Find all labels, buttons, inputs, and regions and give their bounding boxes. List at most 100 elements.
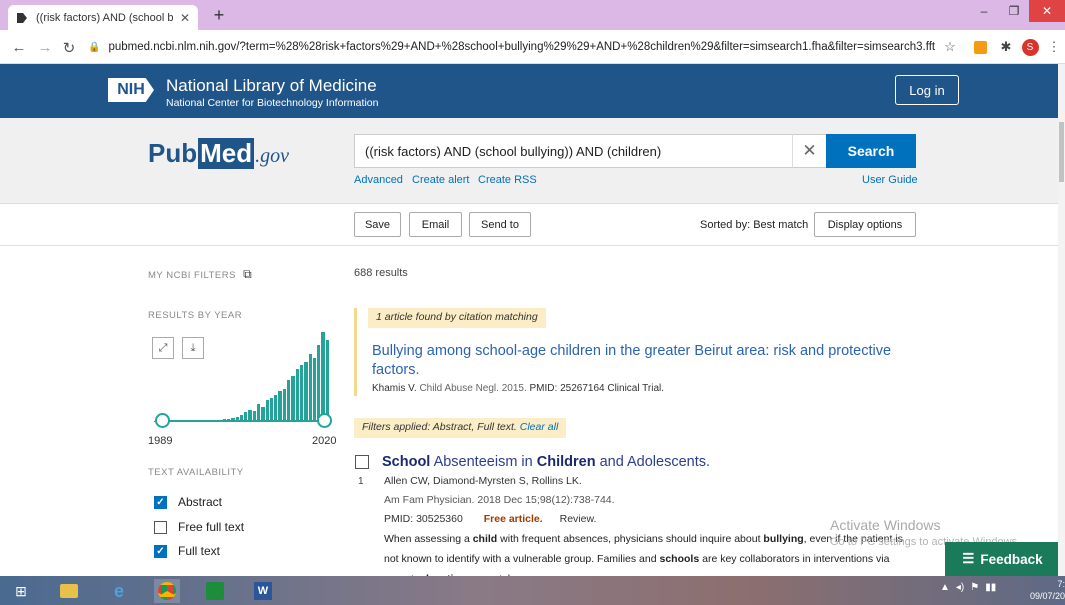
citation-journal: Child Abuse Negl. 2015.: [419, 383, 527, 394]
year-bar[interactable]: [299, 364, 304, 422]
create-rss-link[interactable]: Create RSS: [478, 174, 537, 186]
my-ncbi-filters-heading[interactable]: MY NCBI FILTERS ⧉: [148, 267, 252, 282]
result-authors: Allen CW, Diamond-Myrsten S, Rollins LK.: [384, 475, 582, 487]
year-end-handle[interactable]: [317, 413, 332, 428]
forward-arrow-icon[interactable]: →: [36, 39, 54, 56]
title-text-a: Absenteeism in: [430, 454, 537, 470]
result-journal: Am Fam Physician. 2018 Dec 15;98(12):738…: [384, 494, 615, 506]
clear-all-filters-link[interactable]: Clear all: [520, 421, 559, 433]
start-windows-icon[interactable]: ⊞: [8, 579, 34, 603]
store-icon[interactable]: [202, 579, 228, 603]
system-tray: ▲ ◂) ⚑ ▮▮: [940, 582, 996, 593]
feedback-button[interactable]: ☰ Feedback: [945, 542, 1060, 576]
citation-author: Khamis V.: [372, 383, 417, 394]
email-button[interactable]: Email: [409, 212, 462, 237]
network-icon[interactable]: ▮▮: [985, 582, 996, 593]
year-bar[interactable]: [269, 397, 274, 422]
abstract-filter-label[interactable]: Abstract: [178, 495, 222, 509]
full-text-filter-label[interactable]: Full text: [178, 544, 220, 558]
send-to-button[interactable]: Send to: [469, 212, 531, 237]
snippet-term: schools: [659, 553, 700, 565]
result-title-link[interactable]: School Absenteeism in Children and Adole…: [382, 454, 710, 470]
feedback-icon: ☰: [962, 551, 975, 566]
activate-windows-watermark: Activate Windows: [830, 517, 941, 533]
year-bar[interactable]: [278, 391, 282, 422]
clear-search-icon[interactable]: ✕: [792, 134, 826, 168]
results-by-year-chart: [148, 330, 329, 422]
year-bar[interactable]: [321, 332, 325, 422]
tab-title: ((risk factors) AND (school bullyi…: [36, 11, 174, 24]
feedback-label: Feedback: [980, 551, 1043, 567]
year-range-track: [156, 420, 324, 422]
year-bar[interactable]: [312, 358, 317, 422]
volume-icon[interactable]: ◂): [956, 582, 964, 593]
text-availability-heading: TEXT AVAILABILITY: [148, 467, 244, 478]
citation-title-link[interactable]: Bullying among school-age children in th…: [372, 342, 892, 380]
window-controls: ‒ ❐ ✕: [969, 0, 1065, 24]
close-window-icon[interactable]: ✕: [1029, 0, 1065, 22]
year-start-label: 1989: [148, 435, 173, 447]
file-explorer-icon[interactable]: [56, 579, 82, 603]
year-bar[interactable]: [304, 361, 308, 422]
year-start-handle[interactable]: [155, 413, 170, 428]
save-button[interactable]: Save: [354, 212, 401, 237]
year-bar[interactable]: [274, 394, 278, 422]
bookmark-star-icon[interactable]: ☆: [940, 37, 960, 57]
internet-explorer-icon[interactable]: e: [106, 579, 132, 603]
back-arrow-icon[interactable]: ←: [10, 39, 28, 56]
taskbar-clock[interactable]: 7:22 09/07/2020: [1030, 578, 1065, 602]
nih-logo[interactable]: NIH: [108, 78, 154, 102]
year-bar[interactable]: [317, 345, 321, 422]
year-bar[interactable]: [265, 400, 269, 422]
close-tab-icon[interactable]: ✕: [180, 11, 190, 25]
free-article-label: Free article.: [483, 513, 543, 525]
browser-menu-icon[interactable]: ⋮: [1044, 37, 1064, 57]
year-end-label: 2020: [312, 435, 337, 447]
free-full-text-checkbox[interactable]: [154, 521, 167, 534]
year-bar[interactable]: [287, 380, 291, 422]
chrome-icon[interactable]: [154, 579, 180, 603]
result-count: 688 results: [354, 267, 408, 279]
search-button[interactable]: Search: [826, 134, 916, 168]
snippet-text: When assessing a: [384, 533, 473, 545]
profile-avatar[interactable]: S: [1020, 37, 1040, 57]
search-input[interactable]: ((risk factors) AND (school bullying)) A…: [354, 134, 826, 168]
lock-icon: 🔒: [88, 41, 101, 53]
year-bar[interactable]: [291, 375, 295, 422]
title-text-b: and Adolescents.: [595, 454, 711, 470]
scrollbar-thumb[interactable]: [1059, 122, 1064, 182]
free-full-text-filter-label[interactable]: Free full text: [178, 520, 244, 534]
pubmed-logo[interactable]: Pub Med .gov: [148, 138, 289, 169]
clock-date: 09/07/2020: [1030, 591, 1065, 601]
word-icon[interactable]: W: [250, 579, 276, 603]
display-options-button[interactable]: Display options: [814, 212, 916, 237]
full-text-checkbox[interactable]: ✓: [154, 545, 167, 558]
new-tab-button[interactable]: +: [208, 4, 230, 26]
result-number: 1: [358, 476, 364, 487]
logo-gov: .gov: [255, 145, 289, 167]
year-bar[interactable]: [282, 389, 287, 422]
external-link-icon[interactable]: ⧉: [243, 267, 252, 281]
browser-tab[interactable]: ((risk factors) AND (school bullyi… ✕: [8, 5, 198, 30]
sorted-by-label[interactable]: Sorted by: Best match: [700, 219, 808, 231]
restore-icon[interactable]: ❐: [999, 0, 1029, 22]
result-pmid: PMID: 30525360: [384, 513, 463, 525]
result-select-checkbox[interactable]: [355, 455, 369, 469]
tray-up-arrow-icon[interactable]: ▲: [940, 582, 950, 593]
user-guide-link[interactable]: User Guide: [862, 174, 918, 186]
abstract-checkbox[interactable]: ✓: [154, 496, 167, 509]
flag-icon[interactable]: ⚑: [970, 582, 979, 593]
year-bar[interactable]: [295, 369, 299, 422]
reload-icon[interactable]: ↻: [60, 39, 78, 57]
advanced-link[interactable]: Advanced: [354, 174, 403, 186]
pubmed-favicon-icon: [16, 12, 28, 24]
login-button[interactable]: Log in: [895, 75, 959, 105]
extension-orange-icon[interactable]: [970, 37, 990, 57]
create-alert-link[interactable]: Create alert: [412, 174, 469, 186]
minimize-icon[interactable]: ‒: [969, 0, 999, 22]
filters-applied-text: Filters applied: Abstract, Full text.: [362, 421, 517, 433]
year-bar[interactable]: [308, 353, 312, 422]
year-bar[interactable]: [325, 339, 329, 422]
extensions-puzzle-icon[interactable]: ✱: [996, 37, 1016, 57]
url-field[interactable]: 🔒 pubmed.ncbi.nlm.nih.gov/?term=%28%28ri…: [88, 34, 968, 60]
